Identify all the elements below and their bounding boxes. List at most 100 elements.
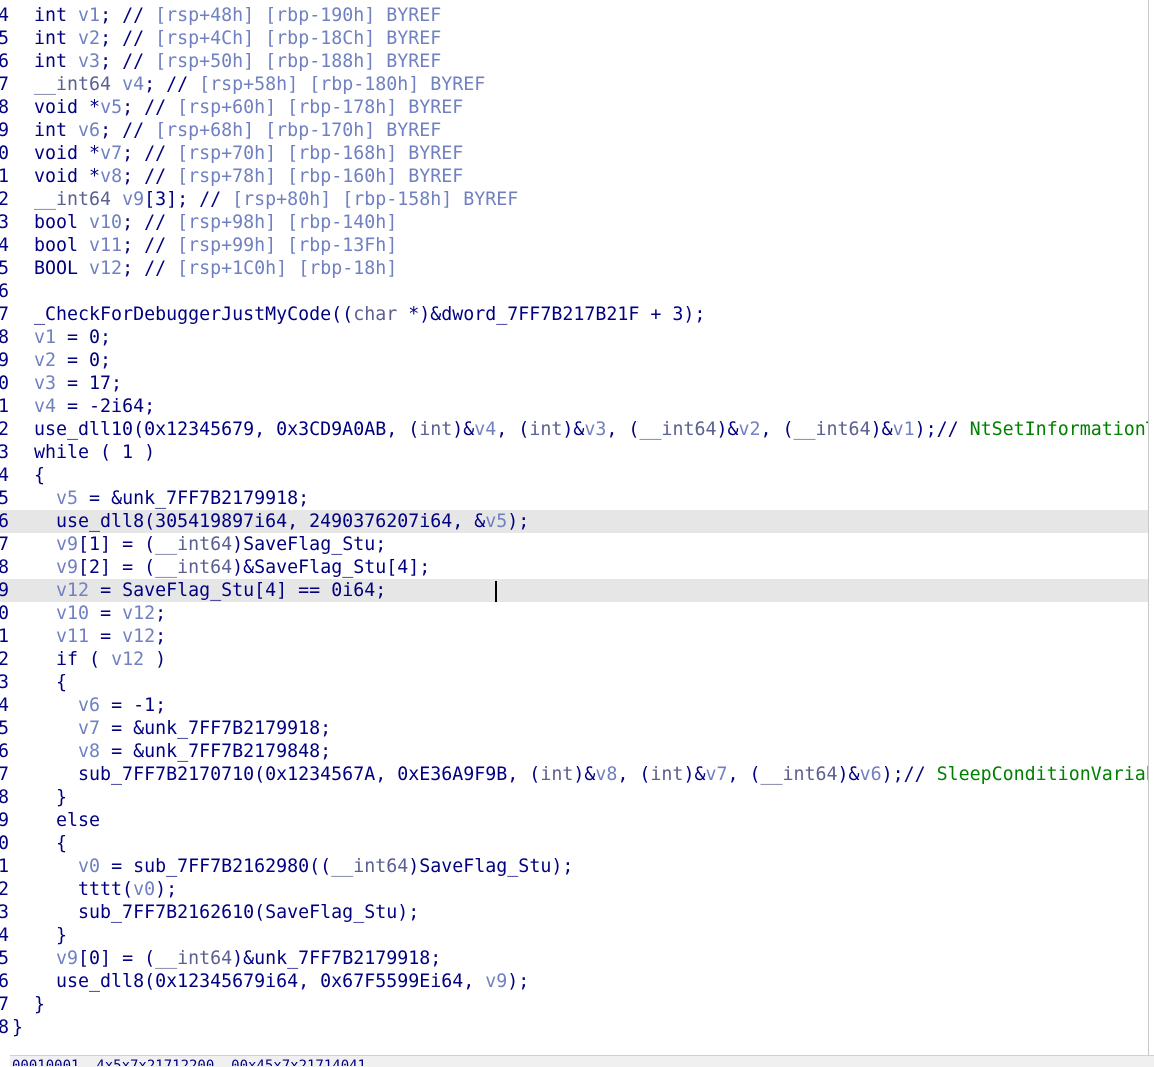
line-number: 1 bbox=[0, 626, 9, 647]
code-line[interactable]: 5 v5 = &unk_7FF7B2179918; bbox=[0, 487, 1148, 510]
line-number: 8 bbox=[0, 557, 9, 578]
line-number: 2 bbox=[0, 189, 9, 210]
code-text: } bbox=[12, 994, 46, 1015]
code-line[interactable]: 4 bool v11; // [rsp+99h] [rbp-13Fh] bbox=[0, 234, 1148, 257]
line-number: 7 bbox=[0, 994, 9, 1015]
text-cursor bbox=[495, 581, 497, 602]
code-line[interactable]: 0 v3 = 17; bbox=[0, 372, 1148, 395]
code-line[interactable]: 3 bool v10; // [rsp+98h] [rbp-140h] bbox=[0, 211, 1148, 234]
line-number: 6 bbox=[0, 741, 9, 762]
code-text: sub_7FF7B2162610(SaveFlag_Stu); bbox=[12, 902, 420, 923]
line-number: 1 bbox=[0, 856, 9, 877]
line-number: 8 bbox=[0, 97, 9, 118]
code-text: v3 = 17; bbox=[34, 373, 123, 394]
code-text: BOOL v12; // [rsp+1C0h] [rbp-18h] bbox=[12, 258, 398, 279]
code-line[interactable]: 3 { bbox=[0, 671, 1148, 694]
code-line[interactable]: 7 _CheckForDebuggerJustMyCode((char *)&d… bbox=[0, 303, 1148, 326]
code-line[interactable]: 4 int v1; // [rsp+48h] [rbp-190h] BYREF bbox=[0, 4, 1148, 27]
code-line[interactable]: 5 v7 = &unk_7FF7B2179918; bbox=[0, 717, 1148, 740]
line-number: 0 bbox=[0, 373, 9, 394]
code-line[interactable]: 6 int v3; // [rsp+50h] [rbp-188h] BYREF bbox=[0, 50, 1148, 73]
code-text: tttt(v0); bbox=[12, 879, 178, 900]
line-number: 2 bbox=[0, 879, 9, 900]
code-line[interactable]: 8} bbox=[0, 1016, 1148, 1039]
code-text: } bbox=[12, 787, 68, 808]
code-line[interactable]: 2 __int64 v9[3]; // [rsp+80h] [rbp-158h]… bbox=[0, 188, 1148, 211]
line-number: 2 bbox=[0, 419, 9, 440]
code-text: v10 = v12; bbox=[56, 603, 167, 624]
code-text: } bbox=[12, 1017, 24, 1038]
code-line[interactable]: 7 sub_7FF7B2170710(0x1234567A, 0xE36A9F9… bbox=[0, 763, 1148, 786]
code-line[interactable]: 2 use_dll10(0x12345679, 0x3CD9A0AB, (int… bbox=[0, 418, 1148, 441]
code-line[interactable]: 9 int v6; // [rsp+68h] [rbp-170h] BYREF bbox=[0, 119, 1148, 142]
line-number: 3 bbox=[0, 672, 9, 693]
code-text: v7 = &unk_7FF7B2179918; bbox=[78, 718, 332, 739]
line-number: 4 bbox=[0, 5, 9, 26]
code-text: bool v10; // [rsp+98h] [rbp-140h] bbox=[12, 212, 398, 233]
code-line[interactable]: 6 use_dll8(305419897i64, 2490376207i64, … bbox=[0, 510, 1148, 533]
code-line[interactable]: 1 v4 = -2i64; bbox=[0, 395, 1148, 418]
code-line[interactable]: 4 } bbox=[0, 924, 1148, 947]
code-line[interactable]: 7 } bbox=[0, 993, 1148, 1016]
line-number: 5 bbox=[0, 28, 9, 49]
line-number: 9 bbox=[0, 580, 9, 601]
code-line[interactable]: 7 __int64 v4; // [rsp+58h] [rbp-180h] BY… bbox=[0, 73, 1148, 96]
code-line[interactable]: 3 sub_7FF7B2162610(SaveFlag_Stu); bbox=[0, 901, 1148, 924]
code-line[interactable]: 2 if ( v12 ) bbox=[0, 648, 1148, 671]
code-line[interactable]: 0 { bbox=[0, 832, 1148, 855]
code-text: v9[1] = (__int64)SaveFlag_Stu; bbox=[56, 534, 387, 555]
code-text: v6 = -1; bbox=[78, 695, 167, 716]
line-number: 4 bbox=[0, 235, 9, 256]
code-line[interactable]: 5 BOOL v12; // [rsp+1C0h] [rbp-18h] bbox=[0, 257, 1148, 280]
code-line[interactable]: 2 tttt(v0); bbox=[0, 878, 1148, 901]
code-text: int v3; // [rsp+50h] [rbp-188h] BYREF bbox=[12, 51, 442, 72]
code-text: sub_7FF7B2170710(0x1234567A, 0xE36A9F9B,… bbox=[12, 764, 1148, 785]
code-line[interactable]: 0 v10 = v12; bbox=[0, 602, 1148, 625]
code-line[interactable]: 8 void *v5; // [rsp+60h] [rbp-178h] BYRE… bbox=[0, 96, 1148, 119]
code-line[interactable]: 6 bbox=[0, 280, 1148, 303]
line-number: 9 bbox=[0, 120, 9, 141]
code-text: while ( 1 ) bbox=[12, 442, 156, 463]
code-text: v9[0] = (__int64)&unk_7FF7B2179918; bbox=[56, 948, 442, 969]
code-text: if ( v12 ) bbox=[12, 649, 167, 670]
code-line[interactable]: 3 while ( 1 ) bbox=[0, 441, 1148, 464]
code-line[interactable]: 0 void *v7; // [rsp+70h] [rbp-168h] BYRE… bbox=[0, 142, 1148, 165]
code-line[interactable]: 4 { bbox=[0, 464, 1148, 487]
code-line[interactable]: 9 v12 = SaveFlag_Stu[4] == 0i64; bbox=[0, 579, 1148, 602]
code-line[interactable]: 8 v1 = 0; bbox=[0, 326, 1148, 349]
code-text: v0 = sub_7FF7B2162980((__int64)SaveFlag_… bbox=[78, 856, 574, 877]
code-line[interactable]: 7 v9[1] = (__int64)SaveFlag_Stu; bbox=[0, 533, 1148, 556]
line-number: 5 bbox=[0, 488, 9, 509]
code-line[interactable]: 4 v6 = -1; bbox=[0, 694, 1148, 717]
code-text: int v2; // [rsp+4Ch] [rbp-18Ch] BYREF bbox=[12, 28, 442, 49]
line-number: 7 bbox=[0, 304, 9, 325]
code-text: __int64 v4; // [rsp+58h] [rbp-180h] BYRE… bbox=[34, 74, 486, 95]
code-line[interactable]: 5 v9[0] = (__int64)&unk_7FF7B2179918; bbox=[0, 947, 1148, 970]
line-number: 8 bbox=[0, 787, 9, 808]
code-text: v8 = &unk_7FF7B2179848; bbox=[78, 741, 332, 762]
code-line[interactable]: 1 v11 = v12; bbox=[0, 625, 1148, 648]
code-text: v12 = SaveFlag_Stu[4] == 0i64; bbox=[56, 580, 387, 601]
line-number: 0 bbox=[0, 143, 9, 164]
line-number: 4 bbox=[0, 695, 9, 716]
line-number: 4 bbox=[0, 925, 9, 946]
line-number: 0 bbox=[0, 833, 9, 854]
pseudocode-view[interactable]: 4 int v1; // [rsp+48h] [rbp-190h] BYREF 5… bbox=[0, 4, 1154, 1039]
code-line[interactable]: 6 use_dll8(0x12345679i64, 0x67F5599Ei64,… bbox=[0, 970, 1148, 993]
code-text: use_dll10(0x12345679, 0x3CD9A0AB, (int)&… bbox=[12, 419, 1148, 440]
code-line[interactable]: 5 int v2; // [rsp+4Ch] [rbp-18Ch] BYREF bbox=[0, 27, 1148, 50]
code-line[interactable]: 1 v0 = sub_7FF7B2162980((__int64)SaveFla… bbox=[0, 855, 1148, 878]
code-line[interactable]: 8 v9[2] = (__int64)&SaveFlag_Stu[4]; bbox=[0, 556, 1148, 579]
line-number: 5 bbox=[0, 718, 9, 739]
code-line[interactable]: 1 void *v8; // [rsp+78h] [rbp-160h] BYRE… bbox=[0, 165, 1148, 188]
code-text: } bbox=[12, 925, 68, 946]
code-line[interactable]: 9 v2 = 0; bbox=[0, 349, 1148, 372]
code-text: _CheckForDebuggerJustMyCode((char *)&dwo… bbox=[12, 304, 706, 325]
line-number: 4 bbox=[0, 465, 9, 486]
code-text: use_dll8(305419897i64, 2490376207i64, &v… bbox=[12, 511, 530, 532]
code-line[interactable]: 9 else bbox=[0, 809, 1148, 832]
line-number: 6 bbox=[0, 511, 9, 532]
code-line[interactable]: 8 } bbox=[0, 786, 1148, 809]
code-text: bool v11; // [rsp+99h] [rbp-13Fh] bbox=[12, 235, 398, 256]
code-line[interactable]: 6 v8 = &unk_7FF7B2179848; bbox=[0, 740, 1148, 763]
